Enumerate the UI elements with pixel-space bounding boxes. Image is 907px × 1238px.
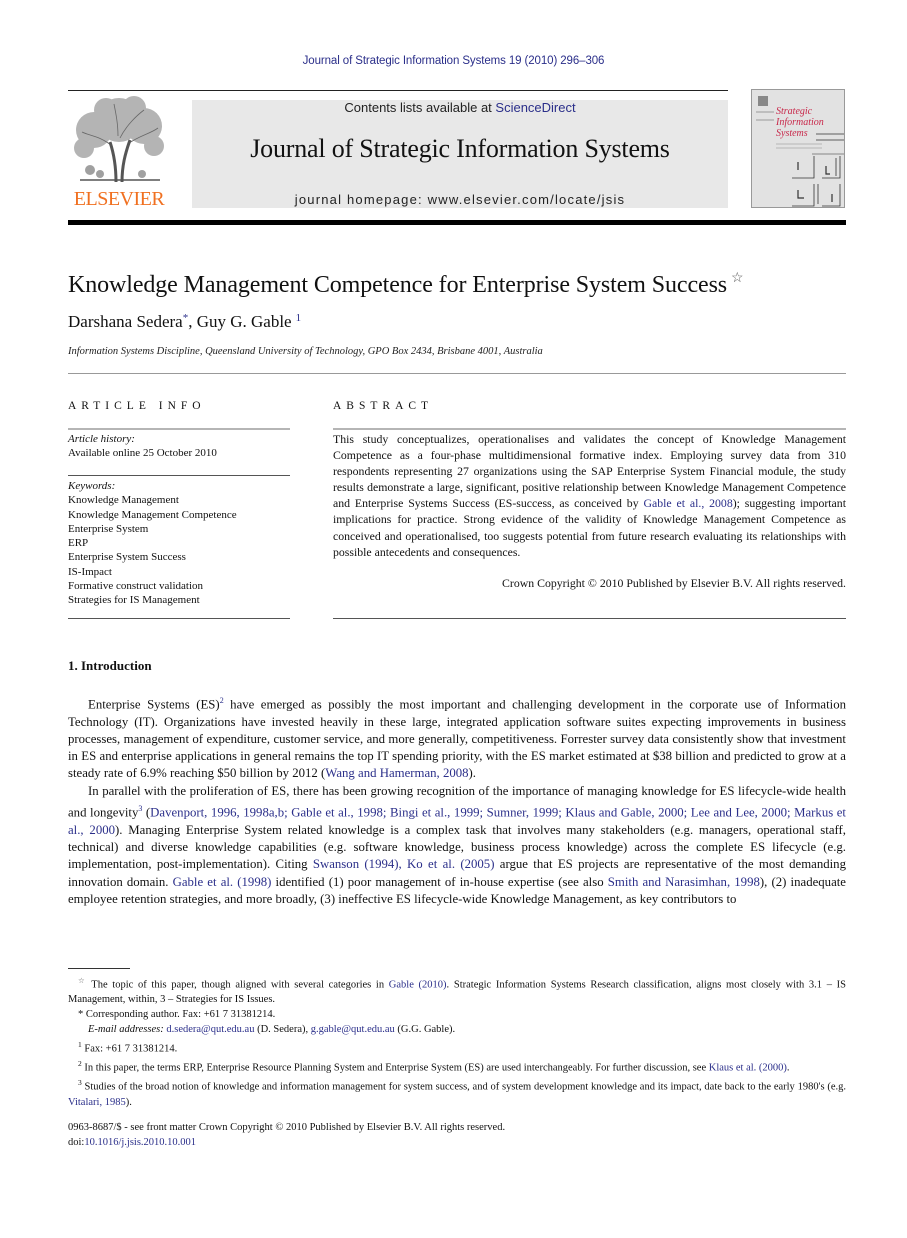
- article-title-text: Knowledge Management Competence for Ente…: [68, 272, 728, 298]
- article-info-bottom-rule: [68, 618, 290, 619]
- text-run: Fax: +61 7 31381214.: [81, 1043, 178, 1055]
- star-icon: ☆: [78, 976, 87, 985]
- introduction-body: Enterprise Systems (ES)2 have emerged as…: [68, 692, 846, 908]
- article-history: Article history: Available online 25 Oct…: [68, 432, 290, 461]
- abstract-text: This study conceptualizes, operationalis…: [333, 431, 846, 560]
- email-link[interactable]: g.gable@qut.edu.au: [311, 1024, 395, 1035]
- keywords-label: Keywords:: [68, 480, 116, 492]
- footnote-rule: [68, 968, 130, 969]
- text-run: The topic of this paper, though aligned …: [86, 979, 389, 991]
- footnote-3: 3 Studies of the broad notion of knowled…: [68, 1076, 846, 1110]
- cover-title-line: Information: [776, 117, 824, 128]
- text-run: (: [142, 805, 151, 820]
- cover-title-line: Strategic: [776, 106, 813, 117]
- citation-link[interactable]: Klaus et al. (2000): [709, 1062, 787, 1073]
- article-history-label: Article history:: [68, 433, 135, 445]
- sciencedirect-link[interactable]: ScienceDirect: [495, 100, 575, 115]
- section-heading-introduction: 1. Introduction: [68, 658, 152, 673]
- author-footnote-mark[interactable]: 1: [296, 312, 302, 324]
- footnote-email: E-mail addresses: d.sedera@qut.edu.au (D…: [68, 1023, 846, 1038]
- citation-link[interactable]: Vitalari, 1985: [68, 1097, 126, 1108]
- email-label: E-mail addresses:: [88, 1023, 167, 1035]
- citation-link[interactable]: Swanson (1994), Ko et al. (2005): [313, 857, 495, 871]
- keyword-item: Knowledge Management: [68, 494, 179, 507]
- text-run: ).: [468, 766, 477, 781]
- text-run: Corresponding author. Fax: +61 7 3138121…: [83, 1009, 276, 1021]
- text-run: (G.G. Gable).: [394, 1023, 456, 1035]
- masthead-thick-rule: [68, 220, 846, 225]
- citation-link[interactable]: Smith and Narasimhan, 1998: [608, 875, 760, 889]
- elsevier-tree-icon: [74, 96, 164, 183]
- paragraph: Enterprise Systems (ES)2 have emerged as…: [68, 692, 846, 783]
- elsevier-logo[interactable]: ELSEVIER: [68, 96, 170, 212]
- text-run: identified (1) poor management of in-hou…: [271, 874, 608, 889]
- journal-name: Journal of Strategic Information Systems: [250, 134, 670, 163]
- footnote-corresponding: * Corresponding author. Fax: +61 7 31381…: [68, 1008, 846, 1023]
- title-footnote-star-icon[interactable]: ☆: [731, 271, 744, 286]
- text-run: .: [786, 1062, 790, 1074]
- doi-prefix: doi:: [68, 1136, 85, 1148]
- doi-line: doi:10.1016/j.jsis.2010.10.001: [68, 1136, 505, 1151]
- article-history-rule: [68, 475, 290, 476]
- keyword-item: Formative construct validation: [68, 580, 204, 593]
- keyword-item: ERP: [68, 537, 89, 550]
- author-name[interactable]: Darshana Sedera: [68, 312, 183, 331]
- citation-link[interactable]: Wang and Hamerman, 2008: [325, 766, 468, 780]
- doi-link[interactable]: 10.1016/j.jsis.2010.10.001: [84, 1137, 196, 1148]
- keyword-item: IS-Impact: [68, 565, 112, 578]
- author-list: Darshana Sedera*, Guy G. Gable 1: [68, 312, 301, 332]
- footnote-1: 1 Fax: +61 7 31381214.: [68, 1038, 846, 1057]
- email-link[interactable]: d.sedera@qut.edu.au: [166, 1024, 254, 1035]
- text-run: Enterprise Systems (ES): [88, 697, 220, 712]
- running-head[interactable]: Journal of Strategic Information Systems…: [0, 55, 907, 67]
- keyword-item: Enterprise System: [68, 522, 149, 535]
- author-affiliation: Information Systems Discipline, Queensla…: [68, 346, 543, 357]
- article-history-value: Available online 25 October 2010: [68, 447, 217, 460]
- issn-line: 0963-8687/$ - see front matter Crown Cop…: [68, 1122, 506, 1133]
- footnote-2: 2 In this paper, the terms ERP, Enterpri…: [68, 1057, 846, 1076]
- citation-link[interactable]: Gable (2010): [389, 980, 447, 991]
- journal-cover-thumbnail[interactable]: Strategic Information Systems: [751, 89, 845, 208]
- title-rule: [68, 373, 846, 374]
- article-info-heading: ARTICLE INFO: [68, 400, 206, 412]
- cover-title-line: Systems: [776, 128, 808, 139]
- author-name[interactable]: Guy G. Gable: [197, 312, 292, 331]
- keyword-item: Knowledge Management Competence: [68, 508, 237, 521]
- elsevier-wordmark: ELSEVIER: [73, 188, 165, 210]
- abstract-copyright: Crown Copyright © 2010 Published by Else…: [502, 576, 846, 590]
- text-run: In this paper, the terms ERP, Enterprise…: [81, 1062, 709, 1074]
- journal-homepage[interactable]: journal homepage: www.elsevier.com/locat…: [192, 192, 728, 207]
- keyword-item: Strategies for IS Management: [68, 594, 200, 607]
- citation-link[interactable]: Gable et al., 2008: [643, 496, 732, 510]
- article-title: Knowledge Management Competence for Ente…: [68, 270, 744, 299]
- abstract-bottom-rule: [333, 618, 846, 619]
- text-run: ).: [125, 1096, 132, 1108]
- text-run: (D. Sedera),: [254, 1023, 311, 1035]
- citation-link[interactable]: Gable et al. (1998): [173, 875, 272, 889]
- text-run: Studies of the broad notion of knowledge…: [81, 1081, 846, 1093]
- paragraph: In parallel with the proliferation of ES…: [68, 783, 846, 908]
- keywords-block: Keywords: Knowledge Management Knowledge…: [68, 479, 290, 608]
- cover-title: Strategic Information Systems: [776, 106, 824, 139]
- contents-prefix: Contents lists available at: [344, 100, 496, 115]
- abstract-heading: ABSTRACT: [333, 400, 434, 412]
- author-separator: ,: [188, 312, 197, 331]
- keyword-item: Enterprise System Success: [68, 551, 186, 564]
- footnote-star: ☆ The topic of this paper, though aligne…: [68, 974, 846, 1008]
- header-rule: [68, 90, 728, 91]
- footnotes: ☆ The topic of this paper, though aligne…: [68, 974, 846, 1110]
- bottom-info: 0963-8687/$ - see front matter Crown Cop…: [68, 1121, 505, 1150]
- abstract-rule: [333, 428, 846, 430]
- contents-line: Contents lists available at ScienceDirec…: [192, 100, 728, 115]
- journal-masthead: Contents lists available at ScienceDirec…: [192, 100, 728, 208]
- article-info-rule: [68, 428, 290, 430]
